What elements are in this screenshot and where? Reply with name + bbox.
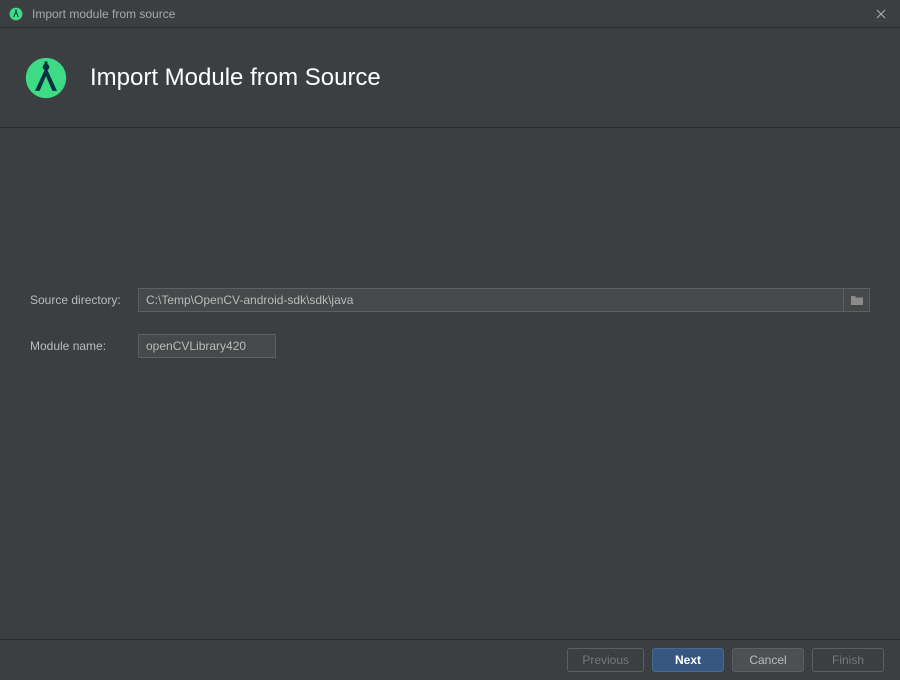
module-name-input-wrapper (138, 334, 870, 358)
source-directory-row: Source directory: (30, 288, 870, 312)
source-directory-label: Source directory: (30, 293, 138, 307)
android-studio-icon (8, 6, 24, 22)
dialog-content: Source directory: Module name: (0, 128, 900, 639)
source-directory-input[interactable] (138, 288, 844, 312)
source-directory-input-wrapper (138, 288, 870, 312)
close-icon (876, 9, 886, 19)
android-studio-large-icon (24, 56, 68, 100)
next-button[interactable]: Next (652, 648, 724, 672)
dialog-title: Import Module from Source (90, 64, 381, 92)
module-name-input[interactable] (138, 334, 276, 358)
dialog-footer: Previous Next Cancel Finish (0, 639, 900, 680)
module-name-label: Module name: (30, 339, 138, 353)
module-name-row: Module name: (30, 334, 870, 358)
titlebar: Import module from source (0, 0, 900, 28)
dialog-header: Import Module from Source (0, 28, 900, 128)
titlebar-title: Import module from source (32, 7, 175, 21)
cancel-button[interactable]: Cancel (732, 648, 804, 672)
close-button[interactable] (870, 4, 892, 24)
browse-button[interactable] (844, 288, 870, 312)
previous-button: Previous (567, 648, 644, 672)
finish-button: Finish (812, 648, 884, 672)
folder-icon (850, 294, 864, 306)
